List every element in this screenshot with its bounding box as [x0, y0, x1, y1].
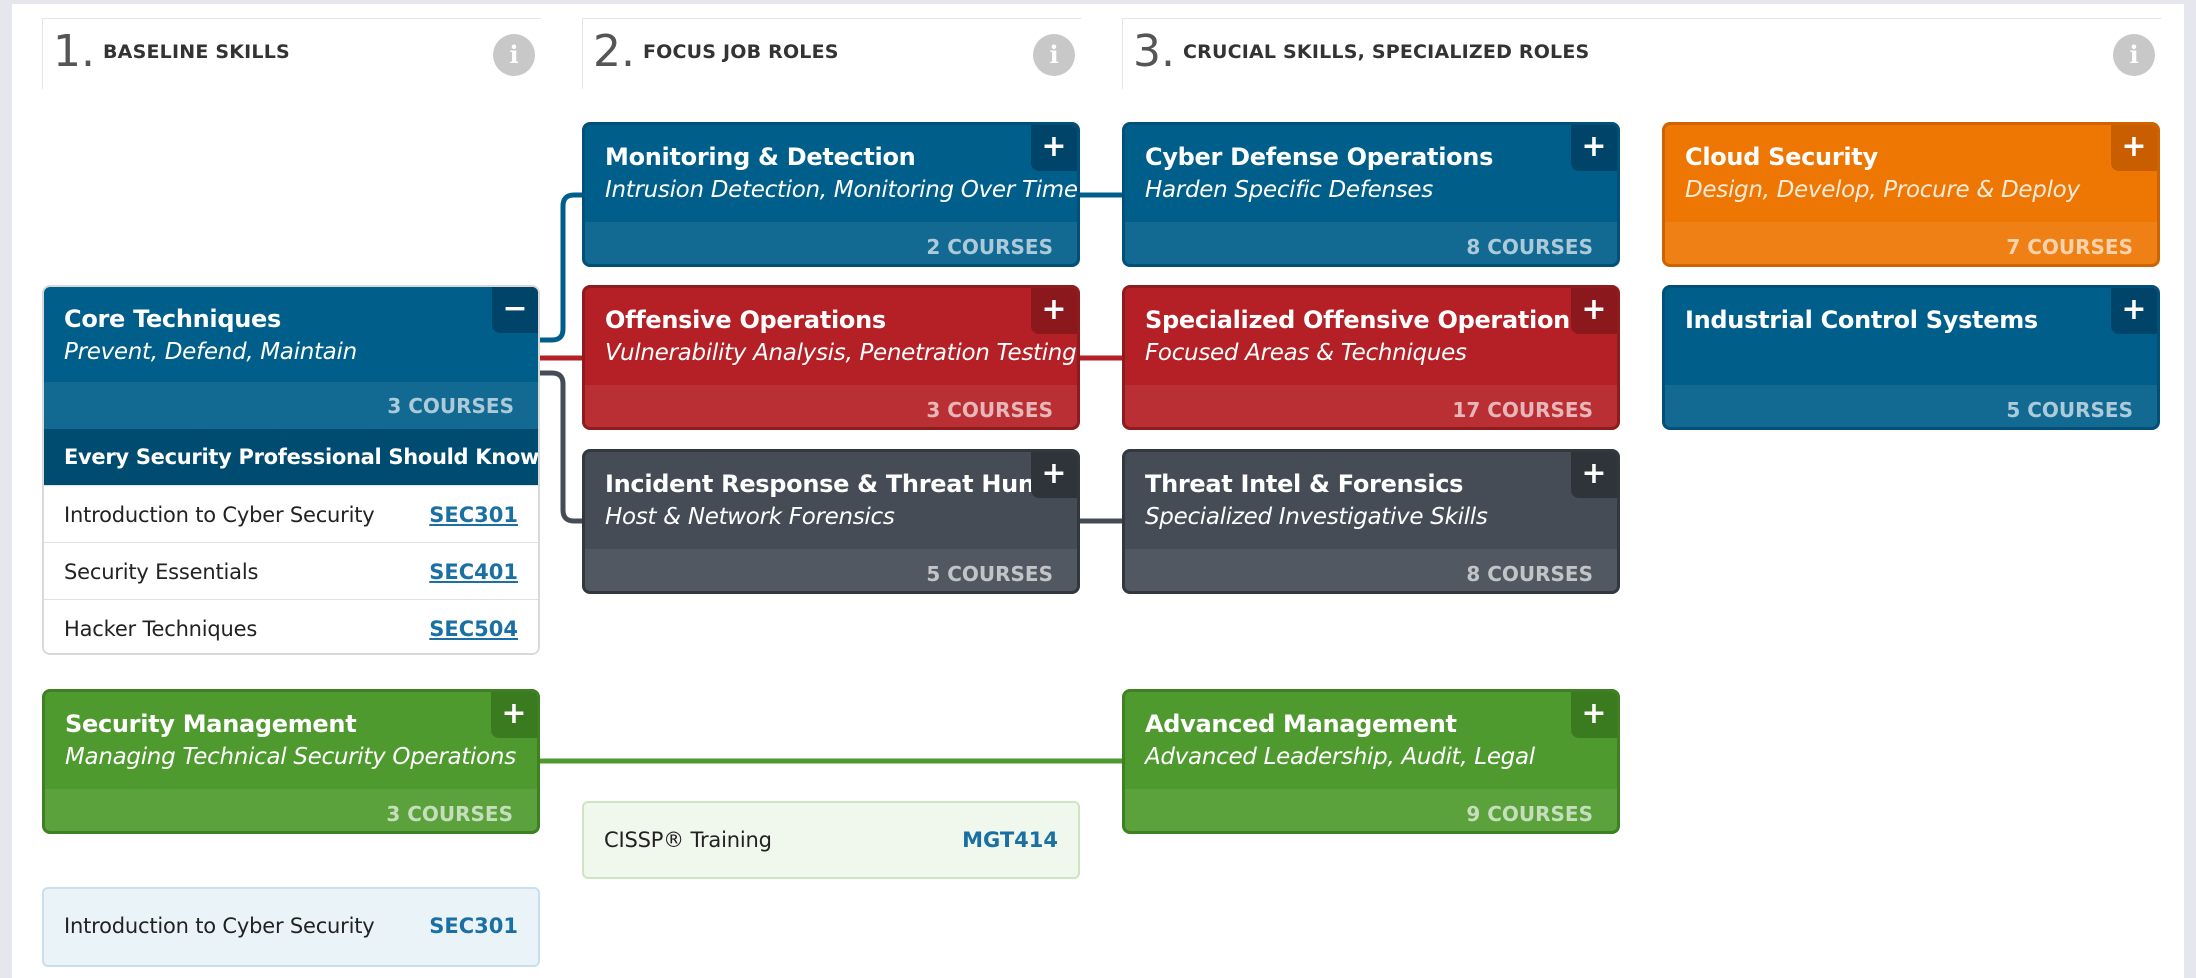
- course-count: 3 COURSES: [387, 394, 514, 418]
- advanced-management-card[interactable]: Advanced Management Advanced Leadership,…: [1122, 689, 1620, 834]
- info-icon[interactable]: i: [493, 34, 535, 76]
- security-management-card[interactable]: Security Management Managing Technical S…: [42, 689, 540, 834]
- course-name: Security Essentials: [64, 560, 259, 584]
- course-name: Introduction to Cyber Security: [64, 503, 375, 527]
- column-header-crucial: 3. CRUCIAL SKILLS, SPECIALIZED ROLES i: [1122, 18, 2161, 89]
- collapse-button[interactable]: −: [492, 287, 538, 333]
- expand-button[interactable]: +: [491, 692, 537, 738]
- expand-button[interactable]: +: [1571, 692, 1617, 738]
- incident-response-card[interactable]: Incident Response & Threat Hunting Host …: [582, 449, 1080, 594]
- course-code-link[interactable]: SEC301: [429, 914, 518, 938]
- card-subtitle: Vulnerability Analysis, Penetration Test…: [605, 340, 1077, 366]
- card-title: Specialized Offensive Operations: [1145, 306, 1584, 334]
- info-icon[interactable]: i: [2113, 34, 2155, 76]
- card-subtitle: Intrusion Detection, Monitoring Over Tim…: [605, 177, 1078, 203]
- expand-button[interactable]: +: [1031, 452, 1077, 498]
- course-count: 17 COURSES: [1452, 398, 1593, 422]
- expand-button[interactable]: +: [1571, 125, 1617, 171]
- course-count: 5 COURSES: [926, 562, 1053, 586]
- card-title: Threat Intel & Forensics: [1145, 470, 1464, 498]
- card-subtitle: Design, Develop, Procure & Deploy: [1685, 177, 2080, 203]
- card-title: Offensive Operations: [605, 306, 886, 334]
- core-techniques-card[interactable]: Core Techniques Prevent, Defend, Maintai…: [44, 287, 538, 429]
- column-number: 2.: [593, 26, 635, 77]
- cyber-defense-card[interactable]: Cyber Defense Operations Harden Specific…: [1122, 122, 1620, 267]
- expand-button[interactable]: +: [2111, 125, 2157, 171]
- card-title: Core Techniques: [64, 305, 281, 333]
- skills-roadmap: 1. BASELINE SKILLS i 2. FOCUS JOB ROLES …: [0, 0, 2196, 978]
- course-row: Security Essentials SEC401: [44, 542, 538, 600]
- card-title: Cyber Defense Operations: [1145, 143, 1494, 171]
- specialized-offensive-card[interactable]: Specialized Offensive Operations Focused…: [1122, 285, 1620, 430]
- course-name: Introduction to Cyber Security: [64, 914, 375, 938]
- expand-button[interactable]: +: [1571, 452, 1617, 498]
- card-subtitle: Specialized Investigative Skills: [1145, 504, 1488, 530]
- info-icon[interactable]: i: [1033, 34, 1075, 76]
- course-count: 3 COURSES: [386, 802, 513, 826]
- expand-button[interactable]: +: [1031, 288, 1077, 334]
- section-header: Every Security Professional Should Know: [44, 429, 538, 485]
- card-subtitle: Harden Specific Defenses: [1145, 177, 1433, 203]
- course-row: Introduction to Cyber Security SEC301: [44, 485, 538, 543]
- card-subtitle: Host & Network Forensics: [605, 504, 895, 530]
- intro-course-box[interactable]: Introduction to Cyber Security SEC301: [42, 887, 540, 967]
- card-title: Security Management: [65, 710, 357, 738]
- course-row: Hacker Techniques SEC504: [44, 599, 538, 653]
- card-title: Cloud Security: [1685, 143, 1878, 171]
- expand-button[interactable]: +: [2111, 288, 2157, 334]
- column-number: 1.: [53, 26, 95, 77]
- course-code-link[interactable]: SEC504: [429, 617, 518, 641]
- course-count: 8 COURSES: [1466, 235, 1593, 259]
- column-title: FOCUS JOB ROLES: [643, 41, 839, 63]
- course-code-link[interactable]: MGT414: [962, 828, 1058, 852]
- course-count: 3 COURSES: [926, 398, 1053, 422]
- card-subtitle: Advanced Leadership, Audit, Legal: [1145, 744, 1535, 770]
- course-count: 7 COURSES: [2006, 235, 2133, 259]
- column-title: CRUCIAL SKILLS, SPECIALIZED ROLES: [1183, 41, 1590, 63]
- threat-intel-card[interactable]: Threat Intel & Forensics Specialized Inv…: [1122, 449, 1620, 594]
- course-count: 5 COURSES: [2006, 398, 2133, 422]
- card-subtitle: Focused Areas & Techniques: [1145, 340, 1467, 366]
- monitoring-detection-card[interactable]: Monitoring & Detection Intrusion Detecti…: [582, 122, 1080, 267]
- cloud-security-card[interactable]: Cloud Security Design, Develop, Procure …: [1662, 122, 2160, 267]
- expand-button[interactable]: +: [1571, 288, 1617, 334]
- card-title: Incident Response & Threat Hunting: [605, 470, 1080, 498]
- course-name: CISSP® Training: [604, 828, 772, 852]
- column-header-baseline: 1. BASELINE SKILLS i: [42, 18, 541, 89]
- course-count: 9 COURSES: [1466, 802, 1593, 826]
- course-code-link[interactable]: SEC401: [429, 560, 518, 584]
- course-count: 8 COURSES: [1466, 562, 1593, 586]
- industrial-control-card[interactable]: Industrial Control Systems 5 COURSES +: [1662, 285, 2160, 430]
- offensive-operations-card[interactable]: Offensive Operations Vulnerability Analy…: [582, 285, 1080, 430]
- card-title: Industrial Control Systems: [1685, 306, 2038, 334]
- card-title: Advanced Management: [1145, 710, 1457, 738]
- course-name: Hacker Techniques: [64, 617, 258, 641]
- core-techniques-panel: Core Techniques Prevent, Defend, Maintai…: [42, 285, 540, 655]
- column-header-focus: 2. FOCUS JOB ROLES i: [582, 18, 1081, 89]
- card-title: Monitoring & Detection: [605, 143, 916, 171]
- course-count: 2 COURSES: [926, 235, 1053, 259]
- expand-button[interactable]: +: [1031, 125, 1077, 171]
- card-subtitle: Prevent, Defend, Maintain: [64, 339, 357, 365]
- card-subtitle: Managing Technical Security Operations: [65, 744, 516, 770]
- column-number: 3.: [1133, 26, 1175, 77]
- course-code-link[interactable]: SEC301: [429, 503, 518, 527]
- column-title: BASELINE SKILLS: [103, 41, 290, 63]
- cissp-course-box[interactable]: CISSP® Training MGT414: [582, 801, 1080, 879]
